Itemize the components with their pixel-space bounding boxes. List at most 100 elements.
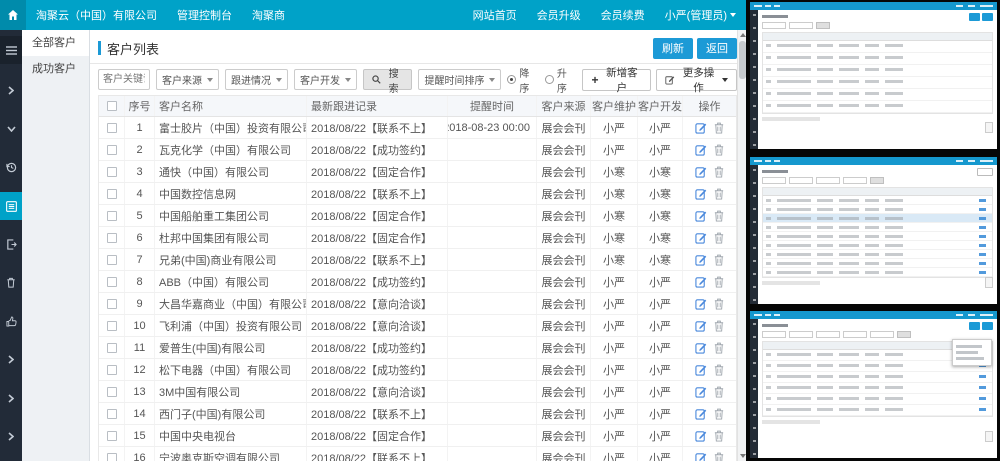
thumbs-up-icon (6, 316, 17, 327)
delete-button[interactable] (714, 298, 724, 310)
operations-cell (683, 117, 736, 138)
scrollbar-thumb[interactable] (739, 41, 746, 79)
delete-button[interactable] (714, 254, 724, 266)
menu-toggle-button[interactable] (0, 36, 22, 64)
chevron-down-icon (345, 78, 351, 82)
followup-select[interactable]: 跟进情况 (225, 69, 288, 90)
customer-maintainer: 小严 (591, 271, 638, 292)
delete-button[interactable] (714, 408, 724, 420)
nav-site-home[interactable]: 网站首页 (473, 7, 517, 23)
sidebar-item-recycle[interactable] (0, 269, 22, 297)
thumbnail-screenshot-report[interactable] (750, 2, 997, 149)
delete-button[interactable] (714, 144, 724, 156)
delete-button[interactable] (714, 342, 724, 354)
customer-developer: 小严 (638, 403, 683, 424)
back-button[interactable]: 返回 (697, 38, 737, 59)
keyword-input[interactable] (98, 69, 150, 90)
delete-button[interactable] (714, 320, 724, 332)
delete-button[interactable] (714, 386, 724, 398)
row-checkbox[interactable] (107, 277, 117, 287)
row-checkbox[interactable] (107, 123, 117, 133)
sidebar-item-history[interactable] (0, 153, 22, 181)
trash-icon (714, 298, 724, 310)
edit-button[interactable] (695, 342, 707, 354)
row-checkbox[interactable] (107, 365, 117, 375)
delete-button[interactable] (714, 364, 724, 376)
edit-button[interactable] (695, 320, 707, 332)
customer-developer: 小严 (638, 337, 683, 358)
edit-button[interactable] (695, 144, 707, 156)
row-checkbox[interactable] (107, 387, 117, 397)
row-checkbox[interactable] (107, 145, 117, 155)
edit-button[interactable] (695, 452, 707, 461)
company-name-link[interactable]: 淘聚云（中国）有限公司 (36, 7, 157, 23)
sidebar-item-customer-list[interactable] (0, 192, 22, 220)
edit-icon (695, 122, 707, 134)
sidebar-item-export[interactable] (0, 230, 22, 258)
row-checkbox[interactable] (107, 255, 117, 265)
sort-asc-radio[interactable]: 升序 (545, 65, 576, 95)
vertical-scrollbar[interactable] (737, 30, 746, 461)
delete-button[interactable] (714, 166, 724, 178)
delete-button[interactable] (714, 276, 724, 288)
edit-button[interactable] (695, 232, 707, 244)
more-actions-button[interactable]: 更多操作 (656, 69, 737, 91)
delete-button[interactable] (714, 430, 724, 442)
edit-button[interactable] (695, 254, 707, 266)
row-checkbox[interactable] (107, 343, 117, 353)
customer-name: 中国船舶重工集团公司 (155, 205, 307, 226)
trash-icon (714, 342, 724, 354)
sidebar-item-approve[interactable] (0, 307, 22, 335)
sort-field-select[interactable]: 提醒时间排序 (418, 69, 501, 90)
sort-desc-radio[interactable]: 降序 (507, 65, 538, 95)
row-checkbox[interactable] (107, 167, 117, 177)
row-checkbox[interactable] (107, 453, 117, 461)
row-checkbox[interactable] (107, 431, 117, 441)
user-menu[interactable]: 小严(管理员) (665, 7, 736, 23)
edit-button[interactable] (695, 430, 707, 442)
delete-button[interactable] (714, 188, 724, 200)
select-all-checkbox[interactable] (107, 101, 117, 111)
edit-button[interactable] (695, 166, 707, 178)
delete-button[interactable] (714, 452, 724, 461)
row-checkbox-cell (99, 315, 125, 336)
edit-button[interactable] (695, 210, 707, 222)
sidebar-item-expand-1[interactable] (0, 76, 22, 104)
edit-button[interactable] (695, 276, 707, 288)
add-customer-button[interactable]: +新增客户 (582, 69, 651, 91)
delete-button[interactable] (714, 122, 724, 134)
nav-admin-console[interactable]: 管理控制台 (177, 7, 232, 23)
refresh-button[interactable]: 刷新 (653, 38, 693, 59)
nav-member-upgrade[interactable]: 会员升级 (537, 7, 581, 23)
edit-button[interactable] (695, 188, 707, 200)
edit-button[interactable] (695, 386, 707, 398)
row-checkbox[interactable] (107, 409, 117, 419)
search-button[interactable]: 搜索 (363, 69, 412, 90)
source-select[interactable]: 客户来源 (156, 69, 219, 90)
row-checkbox[interactable] (107, 211, 117, 221)
row-checkbox[interactable] (107, 189, 117, 199)
nav-taojushang[interactable]: 淘聚商 (252, 7, 285, 23)
nav-member-renew[interactable]: 会员续费 (601, 7, 645, 23)
developer-select[interactable]: 客户开发 (294, 69, 357, 90)
sidebar-item-expand-5[interactable] (0, 423, 22, 451)
edit-button[interactable] (695, 364, 707, 376)
sidebar-item-expand-2[interactable] (0, 115, 22, 143)
row-checkbox[interactable] (107, 233, 117, 243)
sidebar-item-expand-3[interactable] (0, 346, 22, 374)
radio-icon (507, 75, 516, 84)
edit-button[interactable] (695, 298, 707, 310)
row-checkbox[interactable] (107, 299, 117, 309)
edit-button[interactable] (695, 408, 707, 420)
thumbnail-screenshot-followups[interactable] (750, 157, 997, 304)
home-button[interactable] (0, 0, 26, 30)
row-checkbox[interactable] (107, 321, 117, 331)
delete-button[interactable] (714, 232, 724, 244)
thumbnail-screenshot-customer-menu[interactable] (750, 311, 997, 458)
edit-button[interactable] (695, 122, 707, 134)
sidebar-item-success-customers[interactable]: 成功客户 (22, 56, 89, 82)
customer-maintainer: 小严 (591, 425, 638, 446)
sidebar-item-all-customers[interactable]: 全部客户 (22, 30, 89, 56)
delete-button[interactable] (714, 210, 724, 222)
sidebar-item-expand-4[interactable] (0, 384, 22, 412)
